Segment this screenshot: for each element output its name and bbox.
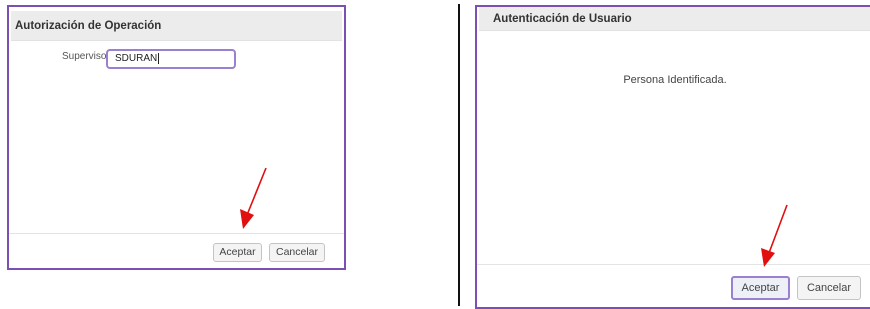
accept-button[interactable]: Aceptar xyxy=(731,276,790,300)
supervisor-input-value: SDURAN xyxy=(115,53,158,64)
authorization-dialog-footer: Aceptar Cancelar xyxy=(9,233,344,268)
cancel-button[interactable]: Cancelar xyxy=(797,276,861,300)
user-authentication-dialog-footer: Aceptar Cancelar xyxy=(477,264,870,307)
panel-separator xyxy=(458,4,460,306)
user-authentication-dialog-title: Autenticación de Usuario xyxy=(479,7,870,31)
accept-button[interactable]: Aceptar xyxy=(213,243,262,262)
text-caret xyxy=(158,52,160,64)
supervisor-label: Supervisor xyxy=(62,51,110,62)
supervisor-input[interactable]: SDURAN xyxy=(106,49,236,69)
authorization-dialog-title: Autorización de Operación xyxy=(11,11,342,41)
cancel-button[interactable]: Cancelar xyxy=(269,243,325,262)
user-authentication-dialog: Autenticación de Usuario Persona Identif… xyxy=(475,5,870,309)
identification-message: Persona Identificada. xyxy=(623,74,727,86)
red-arrow-annotation-icon xyxy=(761,204,788,267)
authorization-dialog: Autorización de Operación Supervisor SDU… xyxy=(7,5,346,270)
red-arrow-annotation-icon xyxy=(240,167,267,229)
